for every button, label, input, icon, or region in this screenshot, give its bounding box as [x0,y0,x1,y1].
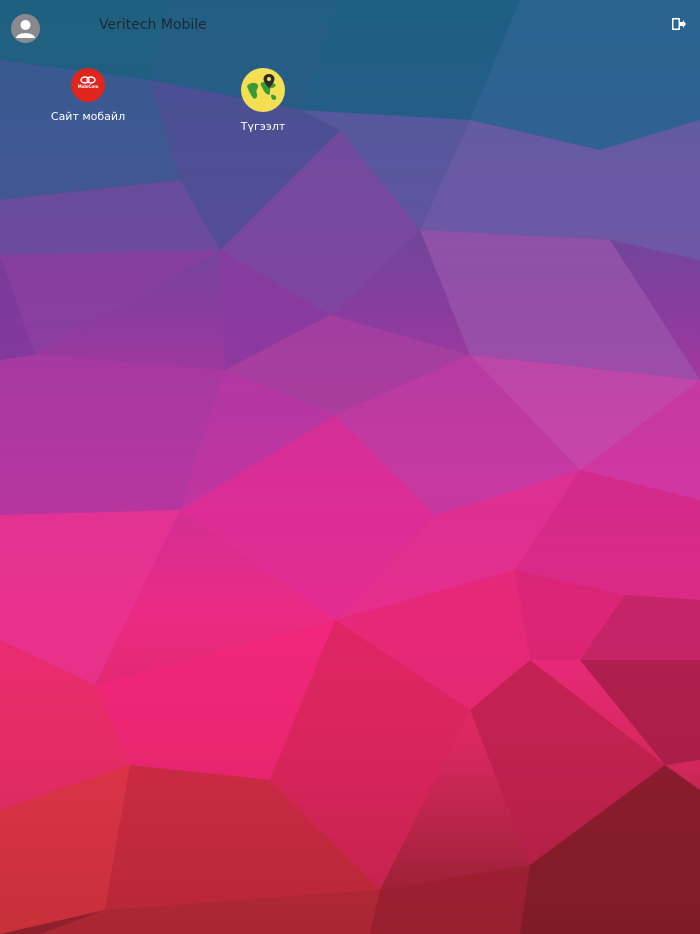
logout-icon[interactable] [671,16,687,32]
app-tugeelt[interactable]: Түгээлт [193,68,333,133]
polygon-background [0,0,700,934]
app-label: Түгээлт [240,120,286,133]
map-pin-icon [241,68,285,112]
app-label: Сайт мобайл [50,110,126,123]
top-bar: Veritech Mobile [0,0,700,56]
app-site-mobile[interactable]: MobiCom Сайт мобайл [18,68,158,123]
app-title: Veritech Mobile [99,17,207,33]
mobicom-logo-icon: MobiCom [71,68,105,102]
user-avatar-icon[interactable] [11,14,40,43]
home-screen: Veritech Mobile MobiCom Сайт мобайл Түгэ… [0,0,700,934]
mobicom-logo-text: MobiCom [77,84,99,89]
